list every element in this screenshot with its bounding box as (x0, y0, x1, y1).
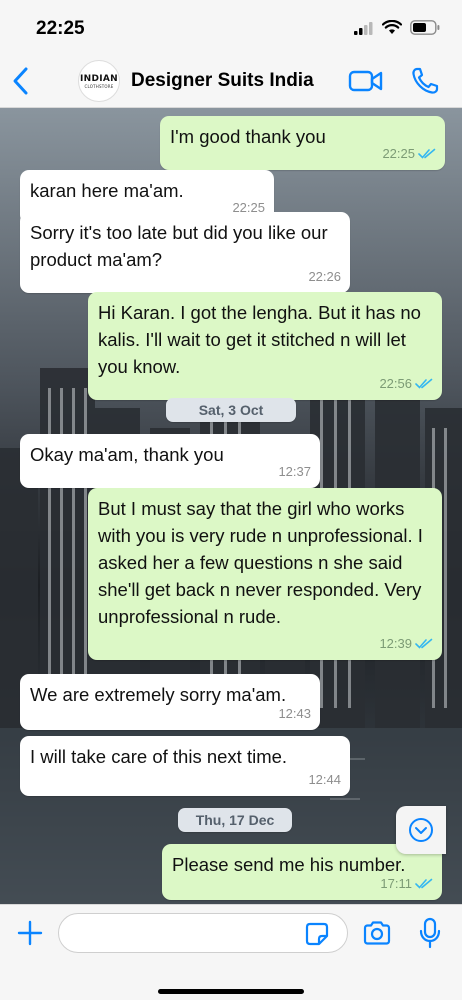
date-separator: Sat, 3 Oct (166, 398, 296, 422)
status-time: 22:25 (36, 18, 85, 39)
outgoing-message-bubble[interactable]: I'm good thank you 22:25 (160, 116, 445, 170)
message-text: I'm good thank you (170, 126, 326, 147)
message-text: Please send me his number. (172, 854, 406, 875)
avatar[interactable]: INDIAN CLOTHSTORE (78, 60, 120, 102)
message-text: Sorry it's too late but did you like our… (30, 222, 328, 270)
read-receipt-icon (418, 148, 436, 159)
message-text: I will take care of this next time. (30, 746, 288, 767)
contact-name[interactable]: Designer Suits India (131, 70, 314, 92)
message-meta: 12:37 (278, 458, 311, 485)
message-text: karan here ma'am. (30, 180, 184, 201)
chat-header: INDIAN CLOTHSTORE Designer Suits India (0, 56, 462, 108)
message-meta: 12:43 (278, 700, 311, 727)
message-time: 12:44 (308, 772, 341, 787)
message-meta: 12:44 (308, 766, 341, 793)
message-time: 12:37 (278, 464, 311, 479)
scroll-to-bottom-button[interactable] (396, 806, 446, 854)
message-time: 17:11 (380, 876, 412, 891)
video-camera-icon[interactable] (348, 68, 384, 94)
plus-icon[interactable] (16, 919, 44, 947)
message-time: 22:26 (308, 269, 341, 284)
message-time: 22:56 (379, 376, 412, 391)
avatar-logo-subtext: CLOTHSTORE (84, 83, 114, 89)
outgoing-message-bubble[interactable]: Hi Karan. I got the lengha. But it has n… (88, 292, 442, 400)
message-text: But I must say that the girl who works w… (98, 498, 423, 627)
read-receipt-icon (415, 878, 433, 889)
signal-icon (354, 21, 373, 35)
message-meta: 22:25 (382, 140, 436, 167)
chevron-left-icon[interactable] (10, 66, 32, 96)
chat-area[interactable]: I'm good thank you 22:25 karan here ma'am.… (0, 108, 462, 904)
phone-icon[interactable] (410, 66, 440, 96)
battery-icon (410, 20, 440, 35)
message-meta: 22:26 (308, 263, 341, 290)
message-time: 12:43 (278, 706, 311, 721)
wifi-icon (382, 20, 402, 34)
message-time: 22:25 (382, 146, 415, 161)
chevron-down-circle-icon (409, 818, 433, 842)
input-bar (0, 904, 462, 1000)
incoming-message-bubble[interactable]: I will take care of this next time. 12:44 (20, 736, 350, 796)
message-meta: 12:39 (379, 630, 433, 657)
incoming-message-bubble[interactable]: We are extremely sorry ma'am. 12:43 (20, 674, 320, 730)
microphone-icon[interactable] (418, 917, 442, 949)
date-separator: Thu, 17 Dec (178, 808, 292, 832)
message-meta: 17:11 (380, 870, 433, 897)
home-indicator (158, 989, 304, 994)
status-icons (354, 20, 440, 35)
message-text: Okay ma'am, thank you (30, 444, 224, 465)
read-receipt-icon (415, 378, 433, 389)
camera-icon[interactable] (362, 920, 392, 946)
incoming-message-bubble[interactable]: Okay ma'am, thank you 12:37 (20, 434, 320, 488)
message-text: Hi Karan. I got the lengha. But it has n… (98, 302, 421, 377)
message-text: We are extremely sorry ma'am. (30, 684, 287, 705)
status-bar: 22:25 (0, 0, 462, 56)
message-meta: 22:56 (379, 370, 433, 397)
read-receipt-icon (415, 638, 433, 649)
incoming-message-bubble[interactable]: Sorry it's too late but did you like our… (20, 212, 350, 293)
avatar-logo-text: INDIAN (80, 73, 118, 84)
message-time: 12:39 (379, 636, 412, 651)
outgoing-message-bubble[interactable]: But I must say that the girl who works w… (88, 488, 442, 660)
sticker-icon[interactable] (304, 921, 330, 947)
